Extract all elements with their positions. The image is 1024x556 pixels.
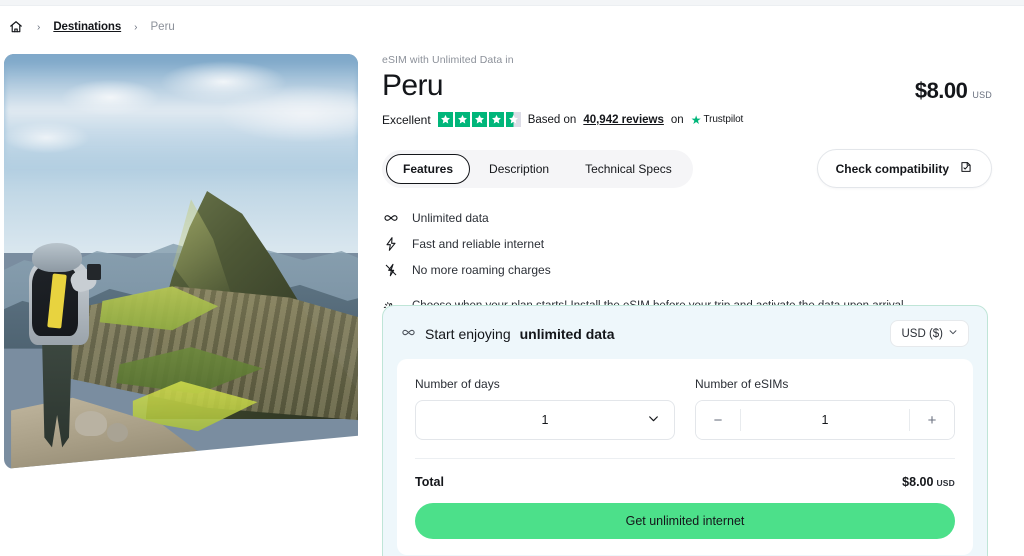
top-bar xyxy=(0,0,1024,6)
rating-review-count[interactable]: 40,942 reviews xyxy=(583,114,664,126)
days-select[interactable]: 1 xyxy=(415,400,675,440)
total-divider xyxy=(415,458,955,459)
get-unlimited-internet-button[interactable]: Get unlimited internet xyxy=(415,503,955,539)
trustpilot-brand: Trustpilot xyxy=(703,114,744,125)
product-details: eSIM with Unlimited Data in Peru $8.00 U… xyxy=(382,54,992,317)
hero-image xyxy=(4,54,358,469)
photo-hiker-hat xyxy=(32,242,82,272)
total-value: $8.00 xyxy=(902,475,934,489)
check-compatibility-label: Check compatibility xyxy=(835,161,949,176)
days-label: Number of days xyxy=(415,377,500,391)
checklist-clipboard-icon xyxy=(959,160,973,177)
star-icon-4 xyxy=(488,112,504,127)
star-icon-3 xyxy=(471,112,487,127)
currency-selector-label: USD ($) xyxy=(901,327,943,340)
page-title: Peru xyxy=(382,69,444,102)
feature-list: Unlimited data Fast and reliable interne… xyxy=(382,210,992,278)
check-compatibility-button[interactable]: Check compatibility xyxy=(816,149,992,188)
tab-technical-specs[interactable]: Technical Specs xyxy=(568,154,689,184)
tab-list: Features Description Technical Specs xyxy=(382,149,693,188)
feature-label: Unlimited data xyxy=(412,211,489,225)
rating-on-label: on xyxy=(670,113,684,126)
star-rating xyxy=(437,112,521,127)
purchase-panel: Start enjoying unlimited data USD ($) Nu… xyxy=(382,305,988,556)
esims-increment-button[interactable]: + xyxy=(910,401,954,439)
lightning-bolt-icon xyxy=(382,236,400,252)
trustpilot-rating: Excellent Based on 40,942 reviews on ★ T… xyxy=(382,112,992,127)
esims-stepper: − 1 + xyxy=(695,400,955,440)
tab-description[interactable]: Description xyxy=(472,154,566,184)
feature-label: Fast and reliable internet xyxy=(412,237,545,251)
photo-rock-2 xyxy=(106,423,128,443)
title-price-row: Peru $8.00 USD xyxy=(382,70,992,104)
breadcrumb-item-peru: Peru xyxy=(150,21,175,33)
purchase-heading-prefix: Start enjoying xyxy=(425,325,511,342)
trustpilot-star-icon: ★ xyxy=(690,112,702,127)
chevron-down-icon xyxy=(647,412,660,428)
breadcrumb-separator-1: › xyxy=(37,21,41,33)
chevron-down-icon xyxy=(948,327,958,340)
home-icon[interactable] xyxy=(8,19,24,35)
purchase-panel-header: Start enjoying unlimited data USD ($) xyxy=(383,306,987,359)
product-price: $8.00 xyxy=(914,78,968,103)
star-icon-5-half xyxy=(505,112,521,127)
purchase-panel-title: Start enjoying unlimited data xyxy=(401,325,615,343)
tabs-row: Features Description Technical Specs Che… xyxy=(382,149,992,188)
feature-item-unlimited-data: Unlimited data xyxy=(382,210,992,226)
product-page: › Destinations › Peru eSIM with Unlimite… xyxy=(0,0,1024,556)
no-roaming-icon xyxy=(382,262,400,278)
rating-word: Excellent xyxy=(382,112,431,127)
total-currency: USD xyxy=(936,478,955,488)
total-row: Total $8.00 USD xyxy=(415,473,955,491)
breadcrumb-separator-2: › xyxy=(134,21,138,33)
total-label: Total xyxy=(415,475,444,489)
currency-selector[interactable]: USD ($) xyxy=(890,320,969,347)
star-icon-2 xyxy=(454,112,470,127)
esims-value: 1 xyxy=(821,413,829,427)
rating-prefix: Based on xyxy=(527,113,577,126)
photo-rock-1 xyxy=(74,410,107,436)
purchase-fields: Number of days 1 Number of eSIMs − 1 + xyxy=(415,377,955,440)
feature-label: No more roaming charges xyxy=(412,263,551,277)
hero-photo xyxy=(4,54,358,469)
esims-decrement-button[interactable]: − xyxy=(696,401,740,439)
days-field: Number of days 1 xyxy=(415,377,675,440)
photo-hiker-camera xyxy=(87,263,102,281)
star-icon-1 xyxy=(437,112,453,127)
breadcrumb: › Destinations › Peru xyxy=(8,18,175,36)
feature-item-fast-internet: Fast and reliable internet xyxy=(382,236,992,252)
photo-clouds xyxy=(4,62,358,171)
feature-item-no-roaming: No more roaming charges xyxy=(382,262,992,278)
breadcrumb-item-destinations[interactable]: Destinations xyxy=(53,21,121,33)
price-block: $8.00 USD xyxy=(915,70,992,104)
total-amount-group: $8.00 USD xyxy=(902,473,955,491)
product-eyebrow: eSIM with Unlimited Data in xyxy=(382,54,514,66)
infinity-icon xyxy=(401,325,416,343)
esims-field: Number of eSIMs − 1 + xyxy=(695,377,955,440)
esims-label: Number of eSIMs xyxy=(695,377,789,391)
trustpilot-logo: ★ Trustpilot xyxy=(691,114,744,126)
infinity-icon xyxy=(382,210,400,226)
product-price-currency: USD xyxy=(972,90,992,100)
purchase-form-card: Number of days 1 Number of eSIMs − 1 + T… xyxy=(397,359,973,555)
days-value: 1 xyxy=(541,413,549,427)
tab-features[interactable]: Features xyxy=(386,153,471,184)
purchase-heading-strong: unlimited data xyxy=(519,325,615,342)
